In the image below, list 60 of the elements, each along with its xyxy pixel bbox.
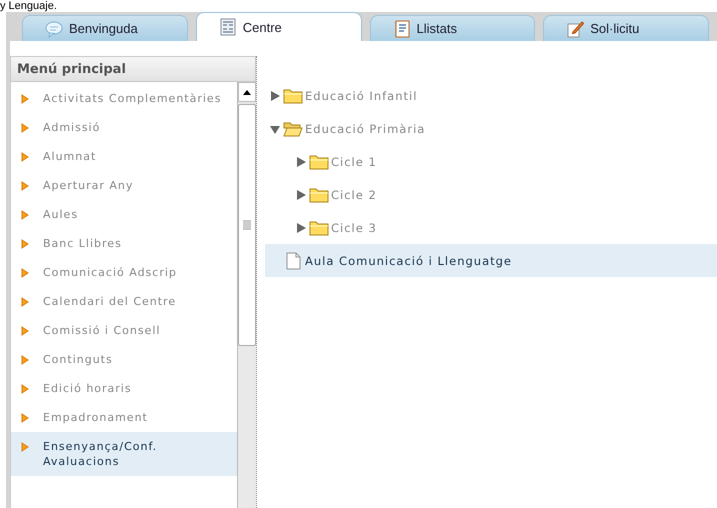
menu-item[interactable]: Aperturar Any [11,171,237,200]
tree-row[interactable]: Cicle 1 [265,145,717,178]
tab[interactable]: Sol·licitu [543,15,709,41]
folder-icon [283,86,303,104]
tree-label: Educació Infantil [305,88,418,102]
bullet-icon [21,94,29,104]
bullet-icon [21,297,29,307]
menu-item[interactable]: Ensenyança/Conf. Avaluacions [11,432,237,476]
menu-item[interactable]: Calendari del Centre [11,287,237,316]
menu-item[interactable]: Banc Llibres [11,229,237,258]
collapsed-arrow-icon[interactable] [269,90,281,102]
pencil-note-icon [566,20,584,38]
folder-icon [309,152,329,170]
tree-row[interactable]: Aula Comunicació i Llenguatge [265,244,717,277]
notebook-icon [392,20,410,38]
tree-label: Educació Primària [305,122,426,136]
bullet-icon [21,326,29,336]
tab[interactable]: Benvinguda [22,15,188,41]
grid-icon [218,18,237,36]
bullet-icon [21,384,29,394]
bullet-icon [21,355,29,365]
tree-row[interactable]: Educació Primària [265,112,717,145]
menu-item[interactable]: Comunicació Adscrip [11,258,237,287]
bullet-icon [21,413,29,423]
up-arrow-icon[interactable] [243,90,251,94]
tree-row[interactable]: Cicle 3 [265,211,717,244]
cut-off-text: y Lenguaje. [0,0,57,12]
open-folder-icon [283,120,303,138]
menu-item[interactable]: Activitats Complementàries [11,84,237,113]
bullet-icon [21,152,29,162]
folder-icon [309,218,329,236]
bullet-icon [21,239,29,249]
menu-item[interactable]: Edició horaris [11,374,237,403]
tree-row[interactable]: Cicle 2 [265,178,717,211]
tab[interactable]: Llistats [370,15,536,41]
menu-item[interactable]: Alumnat [11,142,237,171]
menu-item[interactable]: Comissió i Consell [11,316,237,345]
bullet-icon [21,123,29,133]
menu-item[interactable]: Continguts [11,345,237,374]
tab[interactable]: Centre [196,12,362,41]
panel-header: Menú principal [10,56,256,82]
menu-item[interactable]: Empadronament [11,403,237,432]
menu-item[interactable]: Admissió [11,113,237,142]
collapsed-arrow-icon[interactable] [295,222,307,234]
folder-icon [309,186,329,204]
menu-item[interactable]: Aules [11,200,237,229]
scrollbar[interactable] [237,82,256,508]
speech-bubble-icon [45,20,63,38]
bullet-icon [21,210,29,220]
bullet-icon [21,442,29,452]
bullet-icon [21,181,29,191]
tree-label: Cicle 2 [331,188,377,202]
grip-icon [243,220,251,230]
collapsed-arrow-icon[interactable] [295,156,307,168]
tree-label: Aula Comunicació i Llenguatge [305,254,512,268]
collapsed-arrow-icon[interactable] [295,188,307,200]
tree-label: Cicle 1 [331,154,377,168]
bullet-icon [21,268,29,278]
tree-label: Cicle 3 [331,220,377,234]
tree-row[interactable]: Educació Infantil [265,79,717,112]
